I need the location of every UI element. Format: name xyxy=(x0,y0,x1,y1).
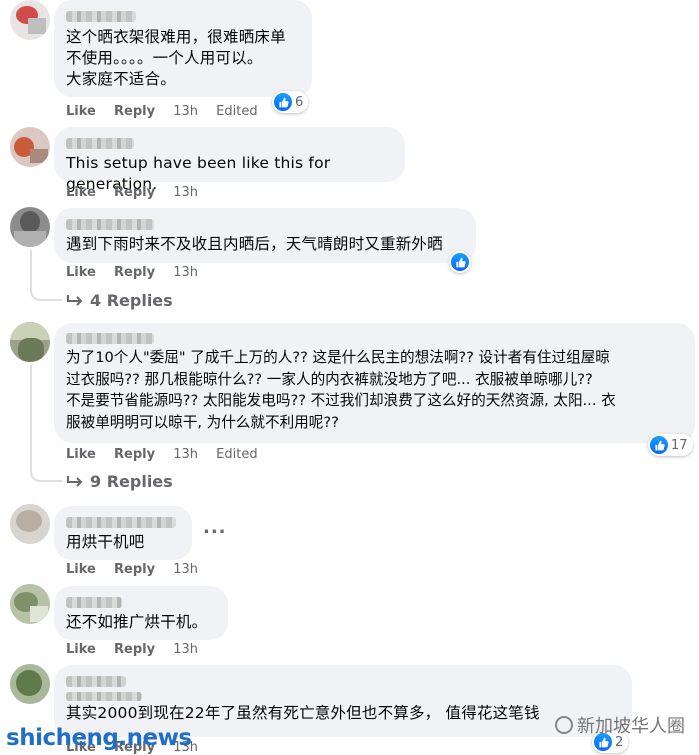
reply-button[interactable]: Reply xyxy=(114,104,155,119)
comment-actions: Like Reply 13h Edited xyxy=(66,104,258,119)
comment-actions: Like Reply 13h xyxy=(66,642,212,657)
replies-label: 4 Replies xyxy=(90,291,173,310)
like-button[interactable]: Like xyxy=(66,185,96,200)
timestamp[interactable]: 13h xyxy=(173,265,198,280)
like-button[interactable]: Like xyxy=(66,642,96,657)
reaction-number: 17 xyxy=(671,437,688,453)
comment-text: 其实2000到现在22年了虽然有死亡意外但也不算多， 值得花这笔钱 xyxy=(66,704,540,722)
wechat-logo-icon xyxy=(555,716,573,734)
comment-actions: Like Reply 13h xyxy=(66,265,212,280)
like-button[interactable]: Like xyxy=(66,265,96,280)
comment-bubble: This setup have been like this for gener… xyxy=(54,127,405,193)
view-replies-link[interactable]: 4 Replies xyxy=(66,291,173,310)
reply-arrow-icon xyxy=(67,475,83,487)
avatar[interactable] xyxy=(10,584,50,624)
timestamp[interactable]: 13h xyxy=(173,104,198,119)
avatar[interactable] xyxy=(10,127,50,167)
comment-bubble: 为了10个人"委屈" 了成千上万的人?? 这是什么民主的想法啊?? 设计者有住过… xyxy=(54,323,695,443)
reaction-number: 6 xyxy=(295,94,304,110)
author-name[interactable] xyxy=(66,517,176,528)
reaction-icon[interactable] xyxy=(449,251,471,273)
edited-label[interactable]: Edited xyxy=(216,104,257,119)
avatar[interactable] xyxy=(10,322,50,362)
author-name[interactable] xyxy=(66,676,126,687)
reply-arrow-icon xyxy=(67,294,83,306)
reply-button[interactable]: Reply xyxy=(114,185,155,200)
author-name[interactable] xyxy=(66,138,134,149)
comment-text: 这个晒衣架很难用，很难晒床单 不使用。。。。一个人用可以。 大家庭不适合。 xyxy=(66,28,286,88)
comment-bubble: 遇到下雨时来不及收且内晒后，天气晴朗时又重新外晒 xyxy=(54,208,476,263)
reaction-count[interactable]: 6 xyxy=(272,91,309,113)
like-button[interactable]: Like xyxy=(66,447,96,462)
avatar[interactable] xyxy=(10,0,50,40)
avatar[interactable] xyxy=(10,504,50,544)
comment-bubble: 这个晒衣架很难用，很难晒床单 不使用。。。。一个人用可以。 大家庭不适合。 xyxy=(54,0,312,97)
thumbs-up-icon xyxy=(650,436,668,454)
watermark-channel-label: 新加坡华人圈 xyxy=(577,716,685,737)
author-name[interactable] xyxy=(66,11,136,22)
thread-line xyxy=(30,250,62,301)
comment-text: 用烘干机吧 xyxy=(66,533,145,551)
watermark-channel: 新加坡华人圈 xyxy=(555,712,685,738)
like-button[interactable]: Like xyxy=(66,562,96,577)
reaction-count[interactable]: 17 xyxy=(648,434,693,456)
avatar[interactable] xyxy=(10,664,50,704)
watermark-site: shicheng.news xyxy=(6,725,192,751)
more-options-button[interactable]: ... xyxy=(203,517,227,538)
author-name[interactable] xyxy=(66,597,122,608)
like-button[interactable]: Like xyxy=(66,104,96,119)
thumbs-up-icon xyxy=(274,93,292,111)
author-name-line xyxy=(66,692,142,701)
replies-label: 9 Replies xyxy=(90,472,173,491)
author-name[interactable] xyxy=(66,333,154,344)
reply-button[interactable]: Reply xyxy=(114,562,155,577)
timestamp[interactable]: 13h xyxy=(173,185,198,200)
comment-actions: Like Reply 13h Edited xyxy=(66,447,258,462)
comment-bubble: 用烘干机吧 xyxy=(54,506,192,560)
edited-label[interactable]: Edited xyxy=(216,447,257,462)
avatar[interactable] xyxy=(10,207,50,247)
comment-text: 遇到下雨时来不及收且内晒后，天气晴朗时又重新外晒 xyxy=(66,235,443,253)
comment-text: 为了10个人"委屈" 了成千上万的人?? 这是什么民主的想法啊?? 设计者有住过… xyxy=(66,349,616,431)
comment-actions: Like Reply 13h xyxy=(66,185,212,200)
view-replies-link[interactable]: 9 Replies xyxy=(66,472,173,491)
comment-text: 还不如推广烘干机。 xyxy=(66,613,208,631)
author-name[interactable] xyxy=(66,219,154,230)
comment-bubble: 还不如推广烘干机。 xyxy=(54,586,228,640)
comment-actions: Like Reply 13h xyxy=(66,562,212,577)
reply-button[interactable]: Reply xyxy=(114,265,155,280)
reply-button[interactable]: Reply xyxy=(114,642,155,657)
timestamp[interactable]: 13h xyxy=(173,562,198,577)
timestamp[interactable]: 13h xyxy=(173,447,198,462)
thumbs-up-icon xyxy=(451,253,469,271)
timestamp[interactable]: 13h xyxy=(173,642,198,657)
reply-button[interactable]: Reply xyxy=(114,447,155,462)
